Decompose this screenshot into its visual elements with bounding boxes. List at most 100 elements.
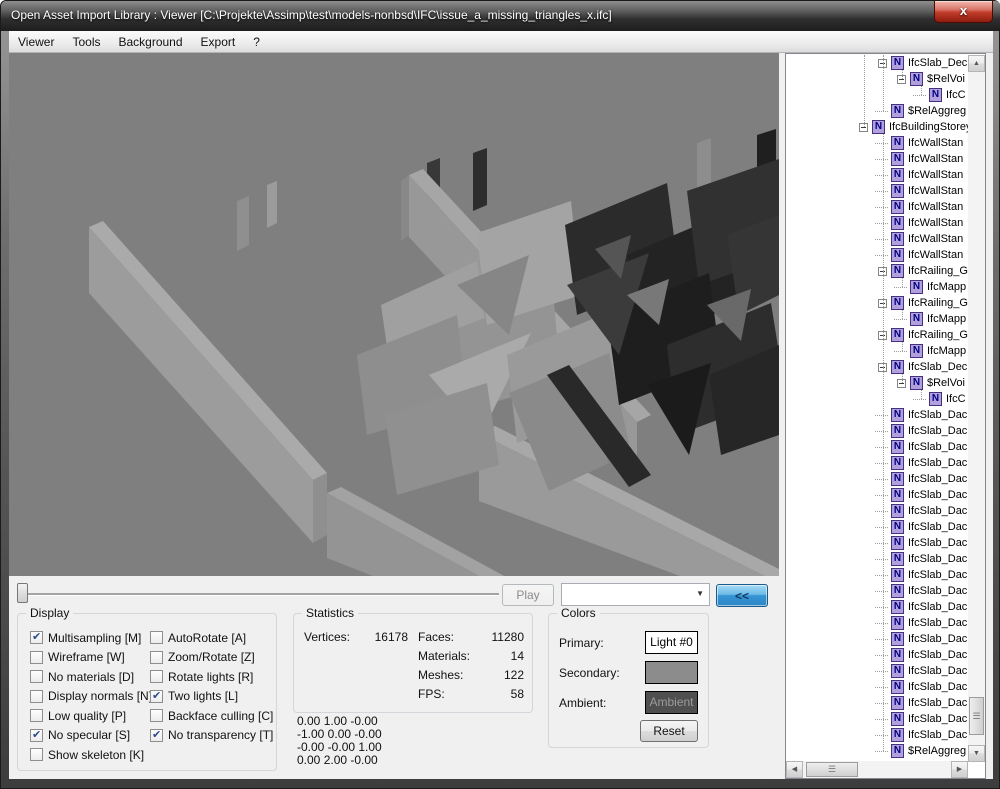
tree-item[interactable]: NIfcSlab_Dac — [786, 535, 968, 551]
checkbox-multisampling[interactable]: Multisampling [M] — [30, 628, 152, 648]
tree-guide-line — [894, 287, 907, 288]
tree-item[interactable]: NIfcRailing_G — [786, 263, 968, 279]
tree-guide-line — [883, 735, 884, 751]
menu-item-viewer[interactable]: Viewer — [9, 32, 63, 52]
tree-item[interactable]: NIfcSlab_Dac — [786, 647, 968, 663]
tree-item[interactable]: NIfcSlab_Dac — [786, 727, 968, 743]
scroll-left-icon[interactable]: ◀ — [786, 761, 803, 778]
tree-item[interactable]: N$RelVoi — [786, 375, 968, 391]
tree-item[interactable]: NIfcSlab_Dac — [786, 599, 968, 615]
checkbox-no-specular[interactable]: No specular [S] — [30, 726, 152, 746]
scroll-up-icon[interactable]: ▲ — [968, 55, 985, 72]
tree-item[interactable]: NIfcSlab_Dac — [786, 423, 968, 439]
tree-item[interactable]: NIfcWallStan — [786, 135, 968, 151]
title-bar[interactable]: Open Asset Import Library : Viewer [C:\P… — [1, 1, 1000, 31]
tree-item[interactable]: NIfcSlab_Dac — [786, 503, 968, 519]
viewport-3d[interactable] — [9, 53, 779, 576]
tree-item[interactable]: NIfcSlab_Dac — [786, 711, 968, 727]
tree-item[interactable]: NIfcSlab_Dac — [786, 583, 968, 599]
tree-horizontal-scrollbar[interactable]: ◀ ☰ ▶ — [786, 761, 968, 778]
horizontal-scroll-thumb[interactable]: ☰ — [806, 762, 858, 777]
checkbox-box[interactable] — [30, 670, 43, 683]
tree-item[interactable]: NIfcMapp — [786, 343, 968, 359]
checkbox-box[interactable] — [150, 709, 163, 722]
tree-item[interactable]: NIfcMapp — [786, 311, 968, 327]
node-icon: N — [891, 680, 904, 694]
tree-item[interactable]: NIfcSlab_Dac — [786, 679, 968, 695]
slider-thumb[interactable] — [17, 583, 28, 603]
ambient-color-button[interactable]: Ambient — [645, 691, 698, 714]
animation-combobox[interactable]: ▼ — [561, 583, 710, 606]
tree-guide-line — [875, 207, 888, 208]
tree-item[interactable]: NIfcC — [786, 391, 968, 407]
menu-item-tools[interactable]: Tools — [63, 32, 109, 52]
tree-item[interactable]: NIfcWallStan — [786, 167, 968, 183]
tree-item[interactable]: NIfcWallStan — [786, 231, 968, 247]
tree-item[interactable]: NIfcWallStan — [786, 247, 968, 263]
checkbox-box[interactable] — [30, 748, 43, 761]
timeline-slider[interactable] — [13, 580, 505, 608]
checkbox-box[interactable] — [150, 631, 163, 644]
tree-item[interactable]: NIfcSlab_Dac — [786, 487, 968, 503]
tree-item[interactable]: N$RelAggreg — [786, 103, 968, 119]
tree-item[interactable]: NIfcSlab_Dac — [786, 471, 968, 487]
menu-item-export[interactable]: Export — [192, 32, 245, 52]
tree-item[interactable]: NIfcRailing_G — [786, 295, 968, 311]
checkbox-two-lights[interactable]: Two lights [L] — [150, 687, 273, 707]
checkbox-box[interactable] — [150, 651, 163, 664]
tree-item[interactable]: NIfcSlab_Dac — [786, 615, 968, 631]
menu-item-[interactable]: ? — [244, 32, 269, 52]
tree-item[interactable]: NIfcSlab_Dac — [786, 439, 968, 455]
close-button[interactable]: x — [934, 1, 993, 23]
checkbox-show-skeleton[interactable]: Show skeleton [K] — [30, 745, 152, 765]
tree-item[interactable]: NIfcSlab_Dec — [786, 359, 968, 375]
tree-item[interactable]: NIfcWallStan — [786, 215, 968, 231]
tree-item[interactable]: NIfcSlab_Dac — [786, 519, 968, 535]
primary-color-button[interactable]: Light #0 — [645, 631, 698, 654]
checkbox-box[interactable] — [150, 729, 163, 742]
scroll-down-icon[interactable]: ▼ — [968, 745, 985, 762]
tree-item[interactable]: NIfcWallStan — [786, 151, 968, 167]
checkbox-box[interactable] — [30, 631, 43, 644]
tree-item[interactable]: NIfcSlab_Dac — [786, 695, 968, 711]
checkbox-box[interactable] — [150, 670, 163, 683]
tree-vertical-scrollbar[interactable]: ▲ ☰ ▼ — [968, 55, 985, 762]
tree-item[interactable]: NIfcSlab_Dac — [786, 567, 968, 583]
scroll-right-icon[interactable]: ▶ — [951, 761, 968, 778]
tree-item[interactable]: N$RelAggreg — [786, 743, 968, 759]
checkbox-box[interactable] — [30, 690, 43, 703]
slider-groove — [23, 593, 499, 596]
checkbox-wireframe[interactable]: Wireframe [W] — [30, 648, 152, 668]
checkbox-box[interactable] — [30, 709, 43, 722]
vertical-scroll-thumb[interactable]: ☰ — [969, 697, 984, 735]
checkbox-backface-culling[interactable]: Backface culling [C] — [150, 706, 273, 726]
checkbox-box[interactable] — [30, 651, 43, 664]
collapse-panel-button[interactable]: << — [716, 584, 768, 607]
checkbox-rotate-lights[interactable]: Rotate lights [R] — [150, 667, 273, 687]
checkbox-no-materials[interactable]: No materials [D] — [30, 667, 152, 687]
tree-item[interactable]: NIfcSlab_Dac — [786, 407, 968, 423]
tree-item[interactable]: N$RelVoi — [786, 71, 968, 87]
play-button[interactable]: Play — [502, 584, 554, 606]
checkbox-zoom-rotate[interactable]: Zoom/Rotate [Z] — [150, 648, 273, 668]
tree-item[interactable]: NIfcWallStan — [786, 199, 968, 215]
tree-item[interactable]: NIfcSlab_Dac — [786, 455, 968, 471]
checkbox-display-normals[interactable]: Display normals [N] — [30, 687, 152, 707]
tree-item[interactable]: NIfcSlab_Dec — [786, 55, 968, 71]
tree-item[interactable]: NIfcRailing_G — [786, 327, 968, 343]
tree-item[interactable]: NIfcBuildingStorey — [786, 119, 968, 135]
reset-colors-button[interactable]: Reset — [640, 720, 698, 742]
tree-item[interactable]: NIfcMapp — [786, 279, 968, 295]
checkbox-low-quality[interactable]: Low quality [P] — [30, 706, 152, 726]
tree-item[interactable]: NIfcC — [786, 87, 968, 103]
checkbox-box[interactable] — [150, 690, 163, 703]
checkbox-autorotate[interactable]: AutoRotate [A] — [150, 628, 273, 648]
checkbox-no-transparency[interactable]: No transparency [T] — [150, 726, 273, 746]
secondary-color-button[interactable] — [645, 661, 698, 684]
menu-item-background[interactable]: Background — [109, 32, 191, 52]
tree-item[interactable]: NIfcSlab_Dac — [786, 551, 968, 567]
tree-item[interactable]: NIfcWallStan — [786, 183, 968, 199]
checkbox-box[interactable] — [30, 729, 43, 742]
tree-item[interactable]: NIfcSlab_Dac — [786, 631, 968, 647]
tree-item[interactable]: NIfcSlab_Dac — [786, 663, 968, 679]
